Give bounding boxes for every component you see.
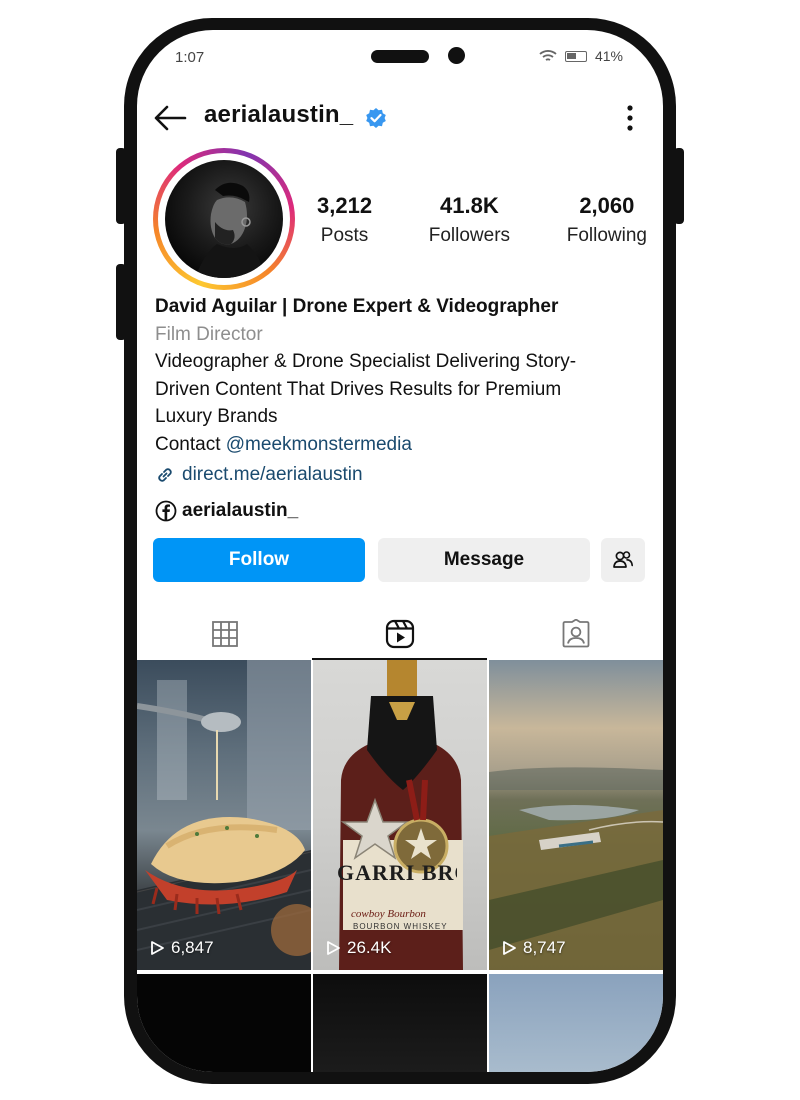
- reel-tile[interactable]: GARRI BROTH cowboy Bourbon BOURBON WHISK…: [313, 660, 487, 970]
- more-options-icon[interactable]: [627, 104, 633, 132]
- avatar-border: [158, 153, 290, 285]
- reel-view-count: 8,747: [523, 938, 566, 957]
- avatar: [165, 160, 283, 278]
- reel-tile[interactable]: 6,847: [137, 660, 311, 970]
- profile-tabs: [137, 608, 663, 660]
- reel-views: 6,847: [149, 938, 214, 958]
- reel-tile[interactable]: [489, 974, 663, 1072]
- follow-button[interactable]: Follow: [153, 538, 365, 582]
- stat-label: Followers: [428, 225, 511, 246]
- label-brand: GARRI BROTH: [337, 860, 457, 885]
- profile-header: aerialaustin_: [137, 98, 663, 138]
- play-icon: [327, 941, 340, 955]
- bio-line: Driven Content That Drives Results for P…: [155, 378, 562, 400]
- message-button[interactable]: Message: [378, 538, 590, 582]
- stat-value: 2,060: [579, 193, 635, 218]
- profile-name: David Aguilar | Drone Expert & Videograp…: [155, 296, 559, 317]
- bio-contact: Contact @meekmonstermedia: [155, 432, 645, 459]
- battery-level: 41%: [594, 48, 623, 64]
- grid-icon: [211, 621, 238, 647]
- phone-screen: 1:07 41% aerialaustin_ 3,212 Posts 41.8K…: [137, 30, 663, 1072]
- battery-icon: [564, 50, 587, 62]
- status-bar: 1:07 41%: [137, 30, 663, 86]
- contact-prefix: Contact: [155, 433, 226, 455]
- avatar-portrait: [195, 182, 265, 278]
- profile-category: Film Director: [155, 324, 263, 345]
- stat-posts[interactable]: 3,212 Posts: [317, 193, 372, 247]
- status-indicators: 41%: [539, 48, 623, 64]
- stat-following[interactable]: 2,060 Following: [567, 193, 647, 247]
- stat-followers[interactable]: 41.8K Followers: [429, 193, 510, 247]
- facebook-username: aerialaustin_: [182, 500, 299, 521]
- add-person-icon: [613, 551, 633, 568]
- tab-posts-grid[interactable]: [137, 608, 312, 660]
- wifi-icon: [539, 50, 557, 61]
- website-link-text: direct.me/aerialaustin: [182, 464, 363, 485]
- bio-line: Videographer & Drone Specialist Deliveri…: [155, 351, 577, 372]
- reel-tile[interactable]: 8,747: [489, 660, 663, 970]
- reel-view-count: 26.4K: [347, 938, 392, 957]
- reel-tile[interactable]: [137, 974, 311, 1072]
- status-time: 1:07: [175, 49, 205, 66]
- back-arrow-icon[interactable]: [153, 104, 187, 132]
- suggested-users-button[interactable]: [601, 538, 645, 582]
- facebook-icon: [155, 500, 177, 522]
- reels-icon: [385, 619, 414, 649]
- reel-tile[interactable]: [313, 974, 487, 1072]
- profile-bio: David Aguilar | Drone Expert & Videograp…: [155, 294, 645, 522]
- tagged-person-icon: [562, 619, 589, 648]
- stat-label: Following: [566, 225, 647, 246]
- reel-view-count: 6,847: [171, 938, 214, 957]
- tab-reels[interactable]: [312, 608, 487, 660]
- stat-value: 3,212: [317, 193, 373, 218]
- label-sub: cowboy Bourbon: [351, 908, 426, 920]
- label-small: BOURBON WHISKEY: [353, 922, 448, 931]
- speaker-pill: [371, 50, 429, 63]
- bio-line: Luxury Brands: [155, 406, 278, 427]
- story-ring[interactable]: [153, 148, 295, 290]
- tab-tagged[interactable]: [488, 608, 663, 660]
- play-icon: [151, 941, 164, 955]
- facebook-link[interactable]: aerialaustin_: [155, 500, 645, 522]
- profile-actions: Follow Message: [153, 538, 647, 582]
- reel-thumbnail-aerial: [489, 767, 663, 970]
- front-camera: [448, 47, 465, 64]
- profile-stats: 3,212 Posts 41.8K Followers 2,060 Follow…: [317, 193, 647, 247]
- contact-mention-link[interactable]: @meekmonstermedia: [226, 434, 412, 455]
- link-icon: [158, 468, 172, 482]
- verified-badge-icon: [366, 108, 386, 128]
- stat-value: 41.8K: [440, 193, 499, 218]
- stat-label: Posts: [320, 225, 369, 246]
- reel-views: 8,747: [501, 938, 566, 958]
- play-icon: [503, 941, 516, 955]
- reel-thumbnail-lobster: [137, 660, 311, 970]
- reel-views: 26.4K: [325, 938, 391, 958]
- website-link[interactable]: direct.me/aerialaustin: [155, 464, 645, 486]
- header-username: aerialaustin_: [204, 101, 354, 128]
